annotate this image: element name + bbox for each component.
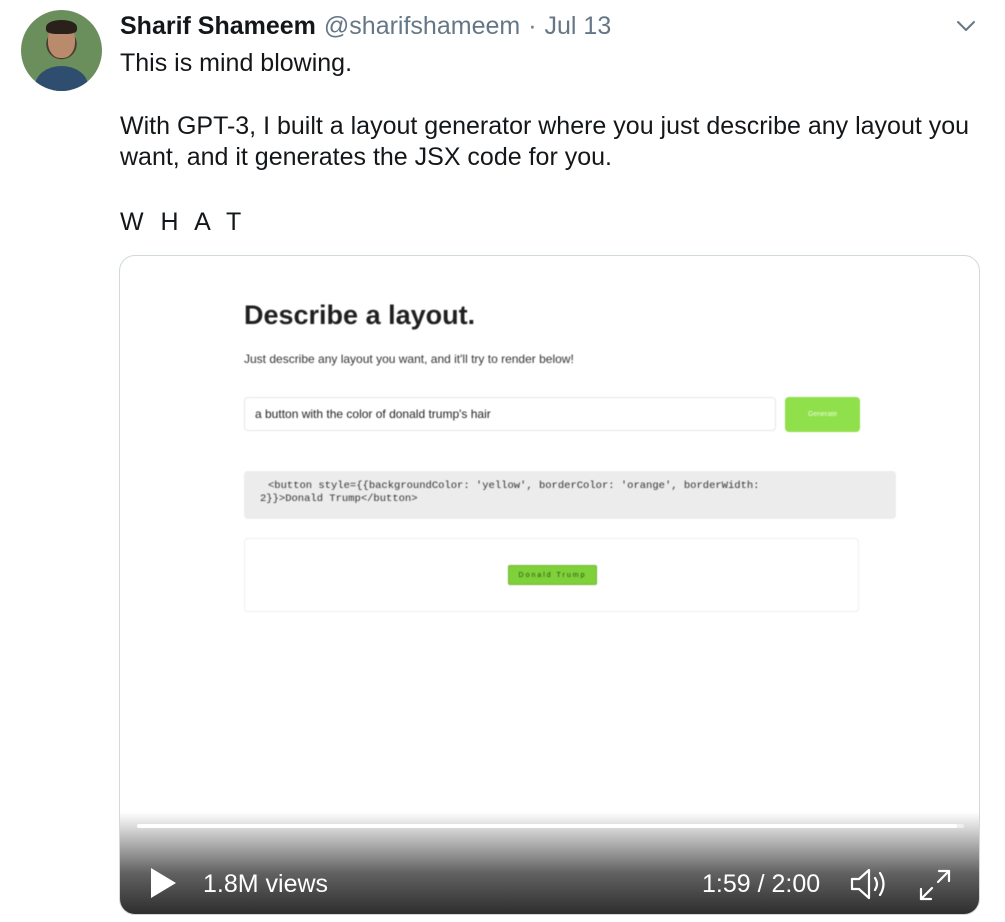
tweet-date[interactable]: Jul 13: [545, 12, 612, 41]
avatar[interactable]: [21, 10, 102, 91]
author-name[interactable]: Sharif Shameem: [120, 12, 316, 41]
separator-dot: ·: [528, 12, 537, 40]
tweet-line-1: This is mind blowing.: [120, 49, 353, 77]
avatar-shirt: [35, 66, 88, 91]
progress-fill: [137, 824, 958, 828]
fullscreen-icon[interactable]: [918, 868, 952, 902]
code-line-2: 2}}>Donald Trump</button>: [260, 493, 418, 505]
tweet-line-2: With GPT-3, I built a layout generator w…: [120, 112, 970, 171]
rendered-button: Donald Trump: [508, 565, 597, 585]
author-handle[interactable]: @sharifshameem: [324, 12, 520, 41]
avatar-hair: [46, 20, 77, 34]
volume-icon[interactable]: [849, 867, 889, 901]
progress-bar[interactable]: [137, 824, 964, 828]
code-line-1: <button style={{backgroundColor: 'yellow…: [268, 480, 760, 492]
view-count: 1.8M views: [203, 870, 329, 898]
tweet-header: Sharif Shameem @sharifshameem · Jul 13: [120, 12, 611, 42]
code-output: <button style={{backgroundColor: 'yellow…: [244, 471, 896, 519]
tweet-line-3: W H A T: [120, 208, 247, 236]
video-player[interactable]: Describe a layout. Just describe any lay…: [119, 255, 980, 915]
layout-description-input: a button with the color of donald trump'…: [244, 397, 776, 431]
generate-button: Generate: [785, 397, 860, 432]
play-icon[interactable]: [148, 866, 178, 900]
render-preview: Donald Trump: [244, 538, 859, 612]
video-controls: 1.8M views 1:59 / 2:00: [120, 812, 979, 914]
app-subtitle: Just describe any layout you want, and i…: [244, 352, 574, 366]
caret-down-icon[interactable]: [955, 18, 977, 34]
video-time: 1:59 / 2:00: [702, 870, 821, 898]
app-title: Describe a layout.: [244, 300, 476, 330]
